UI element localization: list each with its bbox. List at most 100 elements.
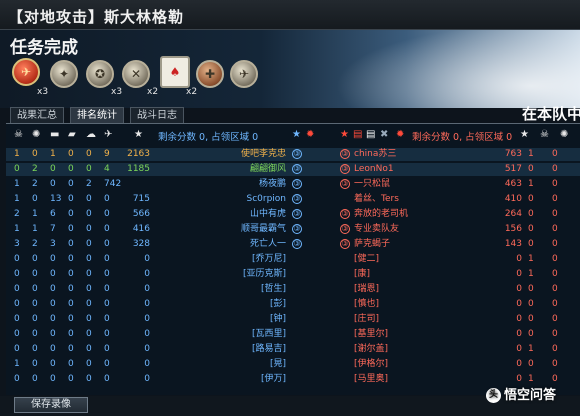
left-stat-cell: 1 (14, 149, 20, 159)
left-stat-cell: 0 (104, 269, 110, 279)
right-stat-cell: 0 (516, 314, 522, 324)
left-rank-icon: ③ (292, 194, 302, 204)
silver-medal-icon[interactable]: ✪ (86, 60, 114, 88)
left-player-name: 杨夜鹏 (258, 179, 286, 189)
right-stat-cell: 0 (552, 209, 558, 219)
round-medal-icon[interactable]: ✚ (196, 60, 224, 88)
left-stat-cell: 0 (32, 194, 38, 204)
left-stat-cell: 0 (68, 329, 74, 339)
left-stat-cell: 1 (50, 149, 56, 159)
left-stat-cell: 0 (68, 374, 74, 384)
right-stat-cell: 0 (528, 314, 534, 324)
left-stat-cell: 328 (132, 239, 150, 249)
table-row[interactable]: 0 2 0 0 0 4 1185 翩翩御风 ③ ③ LeonNo1 517 0 0 (6, 163, 580, 176)
left-player-name: [晃] (269, 359, 286, 369)
left-stat-cell: 0 (104, 344, 110, 354)
table-row[interactable]: 0 0 0 0 0 0 0 [乔万尼] [健二] 0 1 0 (6, 253, 580, 266)
left-stat-cell: 0 (104, 209, 110, 219)
left-stat-cell: 0 (104, 224, 110, 234)
right-player-name: china苏三 (354, 149, 397, 159)
kill-icon: ✺ (32, 129, 41, 140)
table-row[interactable]: 0 0 0 0 0 0 0 [亚历克斯] [康] 0 1 0 (6, 268, 580, 281)
left-stat-cell: 0 (86, 344, 92, 354)
table-row[interactable]: 0 0 0 0 0 0 0 [瓦西里] [基里尔] 0 0 0 (6, 328, 580, 341)
right-rank-icon: ③ (340, 224, 350, 234)
red-medal-icon[interactable]: ✈ (12, 58, 40, 86)
left-player-name: [钟] (269, 314, 286, 324)
left-rank-icon: ③ (292, 149, 302, 159)
table-row[interactable]: 0 0 0 0 0 0 0 [哲生] [瑞恩] 0 0 0 (6, 283, 580, 296)
left-stat-cell: 13 (50, 194, 62, 204)
right-player-name: [谢尔盖] (354, 344, 389, 354)
right-stat-cell: 0 (552, 314, 558, 324)
left-stat-cell: 0 (50, 314, 56, 324)
table-row[interactable]: 0 0 0 0 0 0 0 [路易吉] [谢尔盖] 0 1 0 (6, 343, 580, 356)
right-stat-cell: 0 (552, 224, 558, 234)
right-stat-cell: 0 (516, 359, 522, 369)
left-stat-cell: 0 (50, 269, 56, 279)
left-stat-cell: 0 (68, 224, 74, 234)
table-row[interactable]: 1 0 1 0 0 9 2163 使吧李克忠 ③ ③ china苏三 763 1 0 (6, 148, 580, 161)
tab-ranking[interactable]: 排名统计 (70, 107, 124, 123)
left-stat-cell: 0 (86, 374, 92, 384)
table-row[interactable]: 3 2 3 0 0 0 328 死亡人一 ③ ③ 萨克蝎子 143 0 0 (6, 238, 580, 251)
right-stat-cell: 0 (516, 344, 522, 354)
left-stat-cell: 2163 (127, 149, 150, 159)
table-row[interactable]: 1 1 7 0 0 0 416 顺哥最霸气 ③ ③ 专业卖队友 156 0 0 (6, 223, 580, 236)
left-stat-cell: 0 (50, 329, 56, 339)
left-stat-cell: 0 (86, 329, 92, 339)
save-replay-button[interactable]: 保存录像 (14, 397, 88, 413)
tab-summary[interactable]: 战果汇总 (10, 107, 64, 123)
table-row[interactable]: 1 0 13 0 0 0 715 Sc0rpion ③ 着丝、Ters 410 0 0 (6, 193, 580, 206)
left-stat-cell: 0 (32, 254, 38, 264)
table-row[interactable]: 0 0 0 0 0 0 0 [彭] [慎也] 0 0 0 (6, 298, 580, 311)
left-player-name: 死亡人一 (249, 239, 286, 249)
left-stat-cell: 3 (50, 239, 56, 249)
right-stat-cell: 143 (504, 239, 522, 249)
left-stat-cell: 0 (32, 359, 38, 369)
left-stat-cell: 0 (68, 194, 74, 204)
plane-medal-icon[interactable]: ✈ (230, 60, 258, 88)
right-stat-cell: 0 (552, 269, 558, 279)
right-stat-cell: 1 (528, 344, 534, 354)
right-stat-cell: 0 (528, 164, 534, 174)
table-row[interactable]: 0 0 0 0 0 0 0 [钟] [庄司] 0 0 0 (6, 313, 580, 326)
table-row[interactable]: 1 2 0 0 2 742 杨夜鹏 ③ ③ 一只松鼠 463 1 0 (6, 178, 580, 191)
left-stat-cell: 0 (68, 314, 74, 324)
left-player-name: [乔万尼] (251, 254, 286, 264)
right-stat-cell: 0 (552, 284, 558, 294)
right-stat-cell: 0 (528, 284, 534, 294)
plane-icon: ✈ (104, 129, 113, 140)
left-player-name: [亚历克斯] (242, 269, 286, 279)
left-stat-cell: 0 (50, 284, 56, 294)
cards-icon[interactable]: ♠ (160, 56, 190, 88)
left-stat-cell: 1 (14, 224, 20, 234)
right-stat-cell: 0 (528, 224, 534, 234)
tab-battle-log[interactable]: 战斗日志 (130, 107, 184, 123)
crossed-swords-icon[interactable]: ✕ (122, 60, 150, 88)
left-stat-cell: 0 (104, 314, 110, 324)
left-stat-cell: 0 (144, 329, 150, 339)
right-stat-cell: 463 (504, 179, 522, 189)
silver-medal-icon[interactable]: ✦ (50, 60, 78, 88)
left-stat-cell: 0 (50, 344, 56, 354)
left-stat-cell: 0 (68, 164, 74, 174)
rising-sun-icon: ✹ (396, 129, 405, 140)
medal-count-4: x2 (147, 87, 159, 97)
right-stat-cell: 0 (528, 329, 534, 339)
right-stat-cell: 156 (504, 224, 522, 234)
scoreboard-header: ☠ ✺ ▬ ▰ ☁ ✈ ★ 剩余分数 0, 占领区域 0 ★ ✹ ★ ▤ ▤ ✖… (6, 126, 580, 144)
left-stat-cell: 0 (50, 164, 56, 174)
watermark-logo-icon: 头 (486, 388, 501, 403)
left-stat-cell: 0 (104, 254, 110, 264)
boat-icon: ☁ (86, 129, 96, 140)
left-stat-cell: 0 (104, 284, 110, 294)
mission-banner: 任务完成 ✈ x3 ✦ ✪ x3 ✕ x2 ♠ x2 ✚ ✈ (0, 30, 580, 108)
table-row[interactable]: 1 0 0 0 0 0 0 [晃] [伊格尔] 0 0 0 (6, 358, 580, 371)
table-row[interactable]: 2 1 6 0 0 0 566 山中有虎 ③ ③ 奔放的老司机 264 0 0 (6, 208, 580, 221)
right-stat-cell: 264 (504, 209, 522, 219)
left-stat-cell: 2 (32, 164, 38, 174)
watermark: 头悟空问答 (486, 384, 556, 403)
right-stat-cell: 0 (528, 194, 534, 204)
left-stat-cell: 0 (86, 239, 92, 249)
